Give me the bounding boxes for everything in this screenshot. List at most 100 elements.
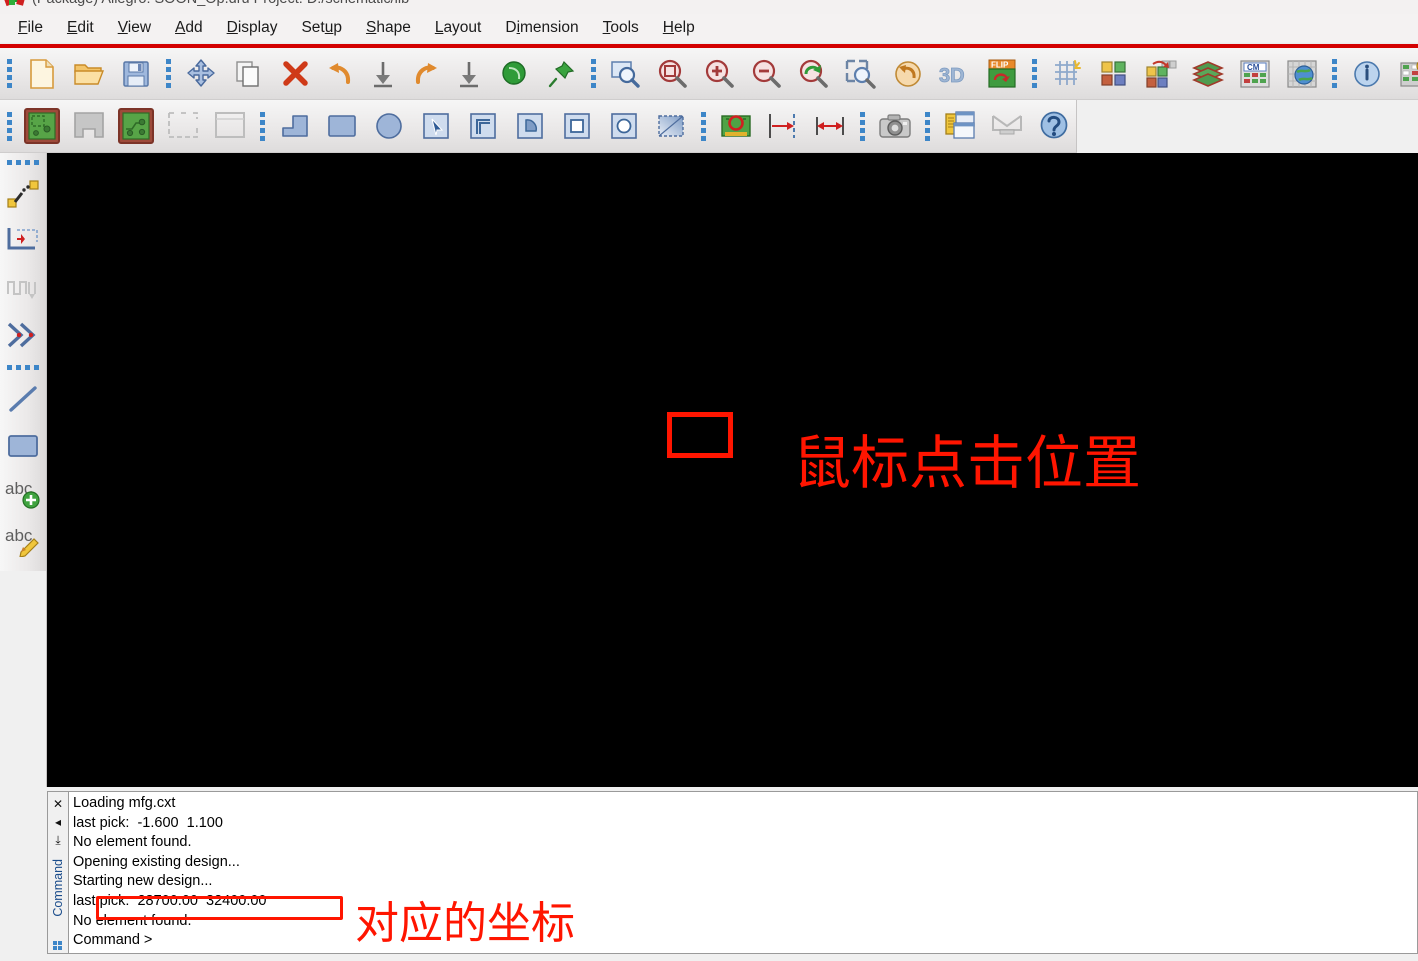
placement-area-icon-disabled[interactable] bbox=[206, 104, 253, 148]
add-text-icon[interactable]: abc bbox=[1, 469, 46, 516]
constraint-manager-icon[interactable]: CM bbox=[1231, 52, 1278, 96]
pin-icon[interactable] bbox=[537, 52, 584, 96]
zoom-out-icon[interactable] bbox=[743, 52, 790, 96]
bottom-left-filler bbox=[0, 787, 47, 961]
info-icon[interactable] bbox=[1343, 52, 1390, 96]
bottom-status-strip bbox=[0, 954, 1418, 961]
shape-circle-icon[interactable] bbox=[365, 104, 412, 148]
view-3d-icon[interactable]: 3D bbox=[931, 52, 978, 96]
layers-icon[interactable] bbox=[1184, 52, 1231, 96]
toolbar-grip[interactable] bbox=[4, 107, 15, 145]
add-connect-icon[interactable] bbox=[1, 170, 46, 217]
shape-arc-icon[interactable] bbox=[506, 104, 553, 148]
coordinate-label: 对应的坐标 bbox=[355, 898, 575, 949]
zoom-previous-icon[interactable] bbox=[884, 52, 931, 96]
move-icon[interactable] bbox=[177, 52, 224, 96]
zoom-refresh-icon[interactable] bbox=[790, 52, 837, 96]
redo-to-icon[interactable] bbox=[447, 52, 490, 96]
slide-icon[interactable] bbox=[1, 217, 46, 264]
zoom-selection-icon[interactable] bbox=[837, 52, 884, 96]
click-position-marker bbox=[667, 412, 733, 458]
menu-bar: File Edit View Add Display Setup Shape L… bbox=[0, 14, 1418, 42]
dimension-single-icon[interactable] bbox=[759, 104, 806, 148]
toolbar-grip[interactable] bbox=[922, 107, 933, 145]
menu-add[interactable]: Add bbox=[163, 17, 215, 39]
menu-view[interactable]: View bbox=[106, 17, 163, 39]
color-visibility-icon[interactable] bbox=[1090, 52, 1137, 96]
menu-shape[interactable]: Shape bbox=[354, 17, 423, 39]
menu-layout[interactable]: Layout bbox=[423, 17, 494, 39]
toolbar-grip[interactable] bbox=[4, 55, 15, 93]
cavity-square-icon[interactable] bbox=[553, 104, 600, 148]
edit-text-icon[interactable]: abc bbox=[1, 516, 46, 563]
zoom-in-icon[interactable] bbox=[696, 52, 743, 96]
shape-rectangle-icon[interactable] bbox=[318, 104, 365, 148]
placement-edit-icon-disabled[interactable] bbox=[159, 104, 206, 148]
board-geometry-icon[interactable] bbox=[18, 104, 65, 148]
command-prompt[interactable]: Command > bbox=[73, 931, 1417, 951]
menu-setup[interactable]: Setup bbox=[289, 17, 354, 39]
toolbar-grip[interactable] bbox=[857, 107, 868, 145]
toolbar-grip[interactable] bbox=[1029, 55, 1040, 93]
log-line: No element found. bbox=[73, 912, 192, 929]
add-rectangle-icon[interactable] bbox=[1, 422, 46, 469]
grid-toggle-icon[interactable] bbox=[1043, 52, 1090, 96]
delete-icon[interactable] bbox=[271, 52, 318, 96]
redo-icon[interactable] bbox=[404, 52, 447, 96]
copy-icon[interactable] bbox=[224, 52, 271, 96]
palette-grip[interactable] bbox=[6, 156, 40, 168]
menu-display[interactable]: Display bbox=[215, 17, 290, 39]
undo-to-icon[interactable] bbox=[361, 52, 404, 96]
zoom-window-icon[interactable] bbox=[649, 52, 696, 96]
close-icon[interactable]: ✕ bbox=[49, 795, 68, 813]
flip-design-icon[interactable]: FLIP bbox=[978, 52, 1025, 96]
svg-text:CM: CM bbox=[1247, 63, 1260, 72]
help-icon[interactable] bbox=[1030, 104, 1077, 148]
window-cascade-icon[interactable] bbox=[936, 104, 983, 148]
toolbar-grip[interactable] bbox=[588, 55, 599, 93]
report-icon-disabled[interactable] bbox=[983, 104, 1030, 148]
properties-icon[interactable]: i bbox=[1390, 52, 1418, 96]
shape-gradient-icon[interactable] bbox=[647, 104, 694, 148]
design-canvas[interactable]: 鼠标点击位置 bbox=[47, 153, 1418, 787]
palette-grip[interactable] bbox=[6, 361, 40, 373]
menu-file[interactable]: File bbox=[6, 17, 55, 39]
dimension-linear-icon[interactable] bbox=[806, 104, 853, 148]
log-line: Starting new design... bbox=[73, 873, 213, 890]
open-folder-icon[interactable] bbox=[65, 52, 112, 96]
add-line-icon[interactable] bbox=[1, 375, 46, 422]
command-console-panel: ✕ ◂ ⤓ Command Loading mfg.cxt last pick:… bbox=[47, 791, 1418, 954]
subdrawing-icon[interactable] bbox=[1137, 52, 1184, 96]
place-manual-icon-disabled[interactable] bbox=[65, 104, 112, 148]
pin-icon[interactable]: ⤓ bbox=[49, 831, 68, 849]
shape-path-icon[interactable] bbox=[459, 104, 506, 148]
svg-text:abc: abc bbox=[5, 526, 33, 545]
zoom-fit-icon[interactable] bbox=[602, 52, 649, 96]
snapshot-camera-icon[interactable] bbox=[871, 104, 918, 148]
menu-edit[interactable]: Edit bbox=[55, 17, 106, 39]
custom-smooth-icon[interactable] bbox=[1, 311, 46, 358]
collapse-icon[interactable]: ◂ bbox=[49, 813, 68, 831]
toolbar-grip[interactable] bbox=[257, 107, 268, 145]
shape-polygon-icon[interactable] bbox=[271, 104, 318, 148]
menu-dimension[interactable]: Dimension bbox=[493, 17, 590, 39]
new-file-icon[interactable] bbox=[18, 52, 65, 96]
save-icon[interactable] bbox=[112, 52, 159, 96]
net-schedule-icon[interactable] bbox=[490, 52, 537, 96]
log-line-last-pick: last pick: 28700.00 32400.00 bbox=[73, 892, 267, 909]
component-place-icon[interactable] bbox=[712, 104, 759, 148]
undo-icon[interactable] bbox=[318, 52, 361, 96]
toolbar-grip[interactable] bbox=[1329, 55, 1340, 93]
global-visibility-icon[interactable] bbox=[1278, 52, 1325, 96]
delay-tune-icon-disabled[interactable] bbox=[1, 264, 46, 311]
console-grip[interactable] bbox=[52, 941, 64, 950]
toolbar-grip[interactable] bbox=[163, 55, 174, 93]
console-log-area[interactable]: Loading mfg.cxt last pick: -1.600 1.100 … bbox=[69, 792, 1417, 953]
console-panel-label: Command bbox=[51, 859, 65, 917]
menu-tools[interactable]: Tools bbox=[591, 17, 651, 39]
shape-select-icon[interactable] bbox=[412, 104, 459, 148]
menu-help[interactable]: Help bbox=[651, 17, 707, 39]
board-routing-icon[interactable] bbox=[112, 104, 159, 148]
cavity-circle-icon[interactable] bbox=[600, 104, 647, 148]
toolbar-grip[interactable] bbox=[698, 107, 709, 145]
